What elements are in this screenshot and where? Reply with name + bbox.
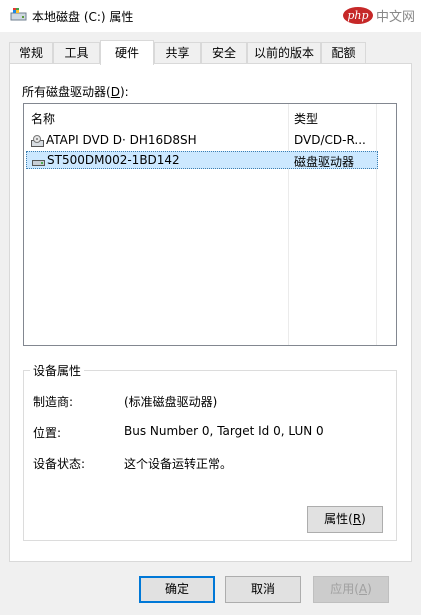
tab-hardware[interactable]: 硬件 <box>100 40 154 65</box>
tab-sharing[interactable]: 共享 <box>154 42 201 63</box>
tab-security[interactable]: 安全 <box>201 42 247 63</box>
tab-tools[interactable]: 工具 <box>53 42 100 63</box>
list-header: 名称 类型 <box>24 104 396 130</box>
location-label: 位置: <box>33 426 62 440</box>
ok-button[interactable]: 确定 <box>139 576 215 603</box>
title-bar: 本地磁盘 (C:) 属性 php 中文网 <box>0 0 421 32</box>
drives-label: 所有磁盘驱动器(D): <box>22 85 129 99</box>
drive-type: 磁盘驱动器 <box>294 155 355 169</box>
tab-strip: 常规 工具 硬件 共享 安全 以前的版本 配额 <box>0 40 421 65</box>
manufacturer-label: 制造商: <box>33 395 74 409</box>
window-title: 本地磁盘 (C:) 属性 <box>32 10 134 24</box>
hard-disk-icon <box>32 160 45 166</box>
column-header-type[interactable]: 类型 <box>294 110 318 127</box>
tab-quota[interactable]: 配额 <box>321 42 366 63</box>
drive-type: DVD/CD-R... <box>294 133 366 147</box>
optical-drive-icon <box>31 135 44 147</box>
tab-previous-versions[interactable]: 以前的版本 <box>247 42 321 63</box>
list-item-selected[interactable]: ST500DM002-1BD142 磁盘驱动器 <box>26 151 378 169</box>
cancel-button[interactable]: 取消 <box>225 576 301 603</box>
properties-button[interactable]: 属性(R) <box>307 506 383 533</box>
watermark-text: 中文网 <box>375 9 415 25</box>
status-value: 这个设备运转正常。 <box>124 457 233 471</box>
drive-name: ATAPI DVD D· DH16D8SH <box>46 133 197 147</box>
drive-icon <box>10 8 27 21</box>
tab-general[interactable]: 常规 <box>9 42 53 63</box>
list-item[interactable]: ATAPI DVD D· DH16D8SH DVD/CD-R... <box>26 132 378 150</box>
group-title: 设备属性 <box>30 362 85 379</box>
drives-list[interactable]: 名称 类型 ATAPI DVD D· DH16D8SH DVD/CD-R... … <box>23 103 397 346</box>
watermark-logo: php <box>342 6 373 24</box>
column-header-name[interactable]: 名称 <box>31 110 55 127</box>
watermark: php 中文网 <box>342 3 415 27</box>
status-label: 设备状态: <box>33 457 86 471</box>
location-value: Bus Number 0, Target Id 0, LUN 0 <box>124 424 324 438</box>
manufacturer-value: (标准磁盘驱动器) <box>124 395 218 409</box>
drive-name: ST500DM002-1BD142 <box>47 153 180 167</box>
apply-button[interactable]: 应用(A) <box>313 576 389 603</box>
